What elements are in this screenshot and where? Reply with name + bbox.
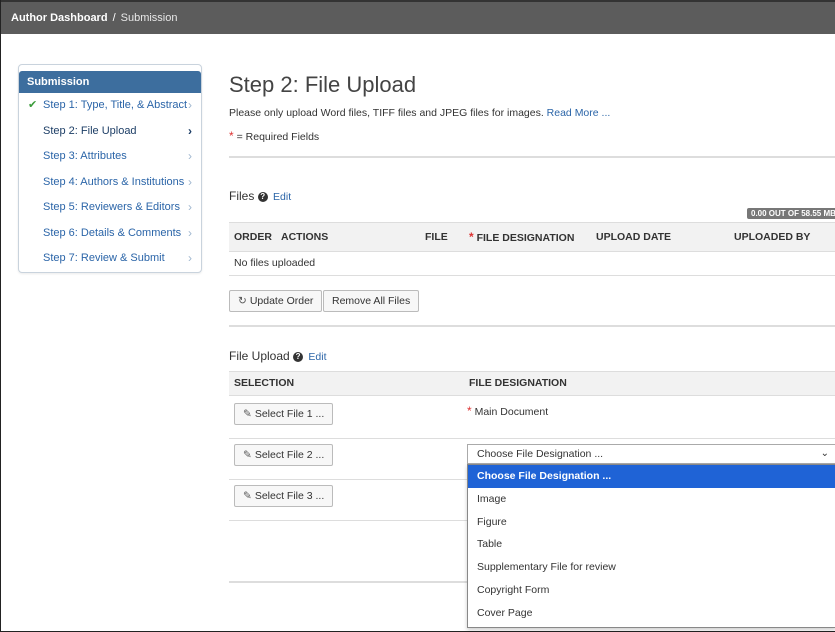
- sidebar-item-step-4[interactable]: Step 4: Authors & Institutions ›: [19, 170, 201, 196]
- refresh-icon: ↻: [238, 295, 247, 307]
- dropdown-option[interactable]: Cover Page: [468, 602, 835, 625]
- read-more-link[interactable]: Read More ...: [547, 107, 611, 119]
- paperclip-icon: ✎: [243, 490, 252, 502]
- files-section-title: Files ? Edit: [229, 189, 291, 203]
- required-fields-text: = Required Fields: [236, 131, 320, 143]
- select-file-1-button[interactable]: ✎ Select File 1 ...: [234, 403, 334, 425]
- required-star: *: [467, 404, 472, 418]
- chevron-right-icon: ›: [188, 174, 192, 189]
- header-actions: ACTIONS: [281, 231, 329, 243]
- file-upload-edit-link[interactable]: Edit: [308, 351, 326, 363]
- required-star: *: [229, 129, 234, 143]
- dropdown-option[interactable]: Choose File Designation ...: [468, 465, 835, 488]
- file-upload-section-title: File Upload ? Edit: [229, 349, 326, 363]
- sidebar-item-label: Step 1: Type, Title, & Abstract: [43, 99, 188, 111]
- breadcrumb-separator: /: [112, 12, 116, 24]
- dropdown-option[interactable]: Image: [468, 488, 835, 511]
- sidebar-item-label: Step 6: Details & Comments: [43, 226, 182, 239]
- no-files-message: No files uploaded: [234, 257, 316, 269]
- page-title: Step 2: File Upload: [229, 72, 417, 97]
- sidebar-heading: Submission: [19, 71, 201, 93]
- storage-quota-badge: 0.00 OUT OF 58.55 MB: [747, 208, 835, 219]
- dropdown-option[interactable]: Copyright Form: [468, 579, 835, 602]
- dropdown-option[interactable]: Table: [468, 533, 835, 556]
- sidebar-item-step-5[interactable]: Step 5: Reviewers & Editors ›: [19, 195, 201, 221]
- sidebar-item-step-2[interactable]: Step 2: File Upload ›: [19, 119, 201, 145]
- sidebar-item-step-6[interactable]: Step 6: Details & Comments ›: [19, 221, 201, 247]
- breadcrumb-dashboard-link[interactable]: Author Dashboard: [11, 12, 108, 24]
- file-designation-select[interactable]: Choose File Designation ... ⌄: [467, 444, 835, 464]
- top-navigation-bar: Author Dashboard / Submission: [1, 0, 835, 34]
- chevron-right-icon: ›: [188, 225, 192, 240]
- submission-steps-sidebar: Submission ✔ Step 1: Type, Title, & Abstr…: [18, 64, 202, 273]
- divider: [229, 325, 835, 327]
- header-file-designation: * FILE DESIGNATION: [469, 230, 575, 244]
- sidebar-item-label: Step 3: Attributes: [43, 150, 127, 162]
- file-upload-table-header: SELECTION FILE DESIGNATION: [229, 371, 835, 396]
- question-circle-icon[interactable]: ?: [257, 191, 268, 202]
- sidebar-item-label: Step 2: File Upload: [43, 124, 137, 137]
- chevron-right-icon: ›: [188, 123, 192, 138]
- paperclip-icon: ✎: [243, 449, 252, 461]
- row-divider: [229, 438, 835, 439]
- sidebar-item-label: Step 4: Authors & Institutions: [43, 175, 185, 188]
- divider: [229, 156, 835, 158]
- sidebar-item-step-3[interactable]: Step 3: Attributes ›: [19, 144, 201, 170]
- header-uploaded-by: UPLOADED BY: [734, 231, 811, 243]
- chevron-right-icon: ›: [188, 149, 192, 163]
- sidebar-item-step-1[interactable]: ✔ Step 1: Type, Title, & Abstract ›: [19, 93, 201, 119]
- paperclip-icon: ✎: [243, 408, 252, 420]
- header-file: FILE: [425, 231, 448, 243]
- required-fields-note: * = Required Fields: [229, 129, 319, 143]
- select-file-2-button[interactable]: ✎ Select File 2 ...: [234, 444, 334, 466]
- chevron-down-icon: ⌄: [820, 448, 829, 459]
- main-document-label: * Main Document: [467, 404, 549, 418]
- remove-all-files-button[interactable]: Remove All Files: [323, 290, 420, 312]
- dropdown-option[interactable]: Supplementary File for review: [468, 556, 835, 579]
- chevron-right-icon: ›: [188, 200, 192, 214]
- check-icon: ✔: [28, 99, 38, 111]
- chevron-right-icon: ›: [188, 251, 192, 265]
- file-upload-title: File Upload: [229, 349, 290, 363]
- dropdown-option[interactable]: Figure: [468, 511, 835, 534]
- breadcrumb-current: Submission: [120, 12, 178, 24]
- header-selection: SELECTION: [234, 377, 295, 389]
- files-edit-link[interactable]: Edit: [273, 191, 291, 203]
- sidebar-item-label: Step 5: Reviewers & Editors: [43, 201, 180, 213]
- sidebar-item-step-7[interactable]: Step 7: Review & Submit ›: [19, 246, 201, 272]
- update-order-button[interactable]: ↻ Update Order: [229, 290, 323, 312]
- file-designation-dropdown: Choose File Designation ... Image Figure Ta…: [467, 464, 835, 628]
- row-divider: [229, 275, 835, 276]
- sidebar-item-label: Step 7: Review & Submit: [43, 252, 165, 264]
- question-circle-icon[interactable]: ?: [293, 351, 304, 362]
- select-file-3-button[interactable]: ✎ Select File 3 ...: [234, 485, 334, 507]
- chevron-right-icon: ›: [188, 98, 192, 112]
- files-table-header: ORDER ACTIONS FILE * FILE DESIGNATION UP…: [229, 222, 835, 252]
- instructions-text: Please only upload Word files, TIFF file…: [229, 107, 544, 119]
- header-designation: FILE DESIGNATION: [469, 377, 567, 389]
- files-title: Files: [229, 189, 255, 203]
- header-upload-date: UPLOAD DATE: [596, 231, 672, 243]
- header-order: ORDER: [234, 231, 272, 243]
- upload-instructions: Please only upload Word files, TIFF file…: [229, 107, 610, 119]
- required-star: *: [469, 230, 474, 244]
